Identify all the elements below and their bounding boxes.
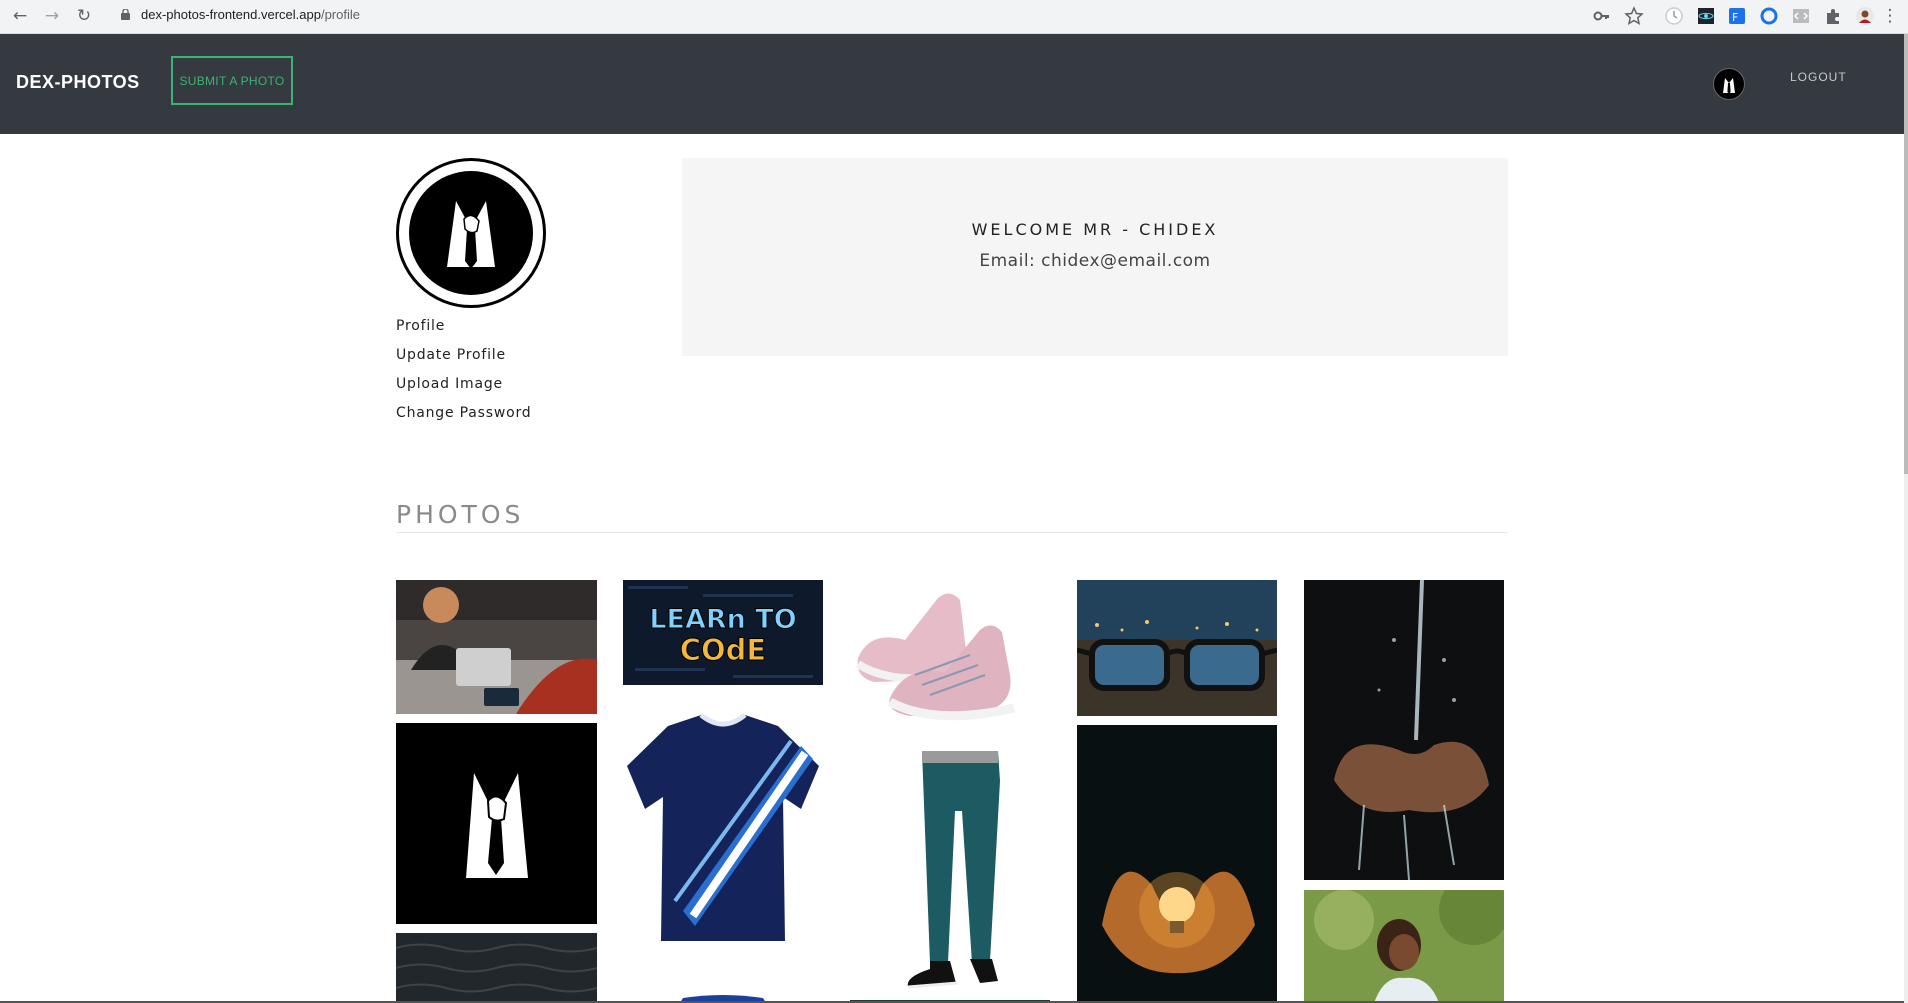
sidebar-link-profile[interactable]: Profile xyxy=(396,318,531,347)
svg-text:F: F xyxy=(1732,11,1738,24)
photo-blue-jersey xyxy=(627,713,819,941)
extensions-puzzle-icon[interactable] xyxy=(1823,6,1843,26)
photo-pink-sneakers xyxy=(855,593,1015,721)
photo-glasses-city xyxy=(1077,580,1277,716)
url-host: dex-photos-frontend.vercel.app xyxy=(141,7,321,22)
bookmark-star-icon[interactable] xyxy=(1624,6,1644,26)
photo-tile-anonymous-suit[interactable] xyxy=(396,723,597,924)
scrollbar-thumb[interactable] xyxy=(1904,34,1908,474)
app-navbar: DEX-PHOTOS SUBMIT A PHOTO LOGOUT xyxy=(0,34,1904,134)
profile-avatar xyxy=(396,158,546,308)
photo-teal-joggers xyxy=(907,751,1000,989)
photo-shop-counter xyxy=(396,580,597,714)
photo-tile-learn-to-code[interactable]: LEARn TO COdE xyxy=(623,580,823,685)
address-bar[interactable]: dex-photos-frontend.vercel.app/profile xyxy=(141,7,360,22)
back-icon[interactable]: ← xyxy=(10,6,30,26)
anonymous-suit-icon xyxy=(447,201,495,269)
photo-tile-water-hands[interactable] xyxy=(1304,580,1504,880)
url-path: /profile xyxy=(320,7,360,22)
photo-lightbulb-hands xyxy=(1077,725,1277,1003)
photo-tile-pink-sneakers[interactable] xyxy=(850,580,1050,730)
extension-code-icon[interactable] xyxy=(1791,6,1811,26)
photo-tile-lightbulb-hands[interactable] xyxy=(1077,725,1277,1003)
photo-tile-glasses[interactable] xyxy=(1077,580,1277,716)
photo-tile-shop-counter[interactable] xyxy=(396,580,597,714)
photos-divider xyxy=(396,532,1508,533)
photo-learn-to-code: LEARn TO COdE xyxy=(623,580,823,685)
forward-icon[interactable]: → xyxy=(42,6,62,26)
anonymous-suit-icon xyxy=(1723,78,1735,94)
navbar-avatar[interactable] xyxy=(1713,68,1745,100)
photo-woman-outdoors xyxy=(1304,890,1504,1003)
photo-tile-teal-joggers[interactable] xyxy=(850,751,1050,991)
lock-icon[interactable] xyxy=(121,9,130,20)
logout-link[interactable]: LOGOUT xyxy=(1790,70,1847,84)
welcome-panel: WELCOME MR - CHIDEX Email: chidex@email.… xyxy=(682,158,1508,356)
sidebar-link-update-profile[interactable]: Update Profile xyxy=(396,347,531,376)
svg-text:LEARn TO: LEARn TO xyxy=(649,604,796,635)
extension-settings-icon[interactable] xyxy=(1759,6,1779,26)
sidebar-link-change-password[interactable]: Change Password xyxy=(396,405,531,434)
welcome-heading: WELCOME MR - CHIDEX xyxy=(971,220,1219,239)
profile-sidebar-nav: Profile Update Profile Upload Image Chan… xyxy=(396,318,531,434)
photo-tile-woman-outdoors[interactable] xyxy=(1304,890,1504,1003)
photo-water-hands xyxy=(1304,580,1504,880)
photo-dark-water xyxy=(396,933,597,1003)
photo-tile-dark-water[interactable] xyxy=(396,933,597,1003)
extension-react-icon[interactable] xyxy=(1696,6,1716,26)
browser-toolbar: ← → ↻ dex-photos-frontend.vercel.app/pro… xyxy=(0,0,1908,34)
submit-photo-button[interactable]: SUBMIT A PHOTO xyxy=(171,56,293,105)
extension-fonts-icon[interactable]: F xyxy=(1727,6,1747,26)
user-profile-icon[interactable] xyxy=(1855,6,1875,26)
extension-clock-icon[interactable] xyxy=(1664,6,1684,26)
key-icon[interactable] xyxy=(1592,6,1612,26)
brand-logo[interactable]: DEX-PHOTOS xyxy=(16,72,140,93)
svg-text:COdE: COdE xyxy=(680,633,767,667)
photo-tile-jersey[interactable] xyxy=(623,711,823,945)
photo-anonymous-suit xyxy=(396,723,597,924)
sidebar-link-upload-image[interactable]: Upload Image xyxy=(396,376,531,405)
reload-icon[interactable]: ↻ xyxy=(74,6,94,26)
browser-menu-icon[interactable]: ⋮ xyxy=(1880,6,1900,26)
photos-heading: PHOTOS xyxy=(396,500,525,529)
user-email: Email: chidex@email.com xyxy=(979,251,1211,271)
